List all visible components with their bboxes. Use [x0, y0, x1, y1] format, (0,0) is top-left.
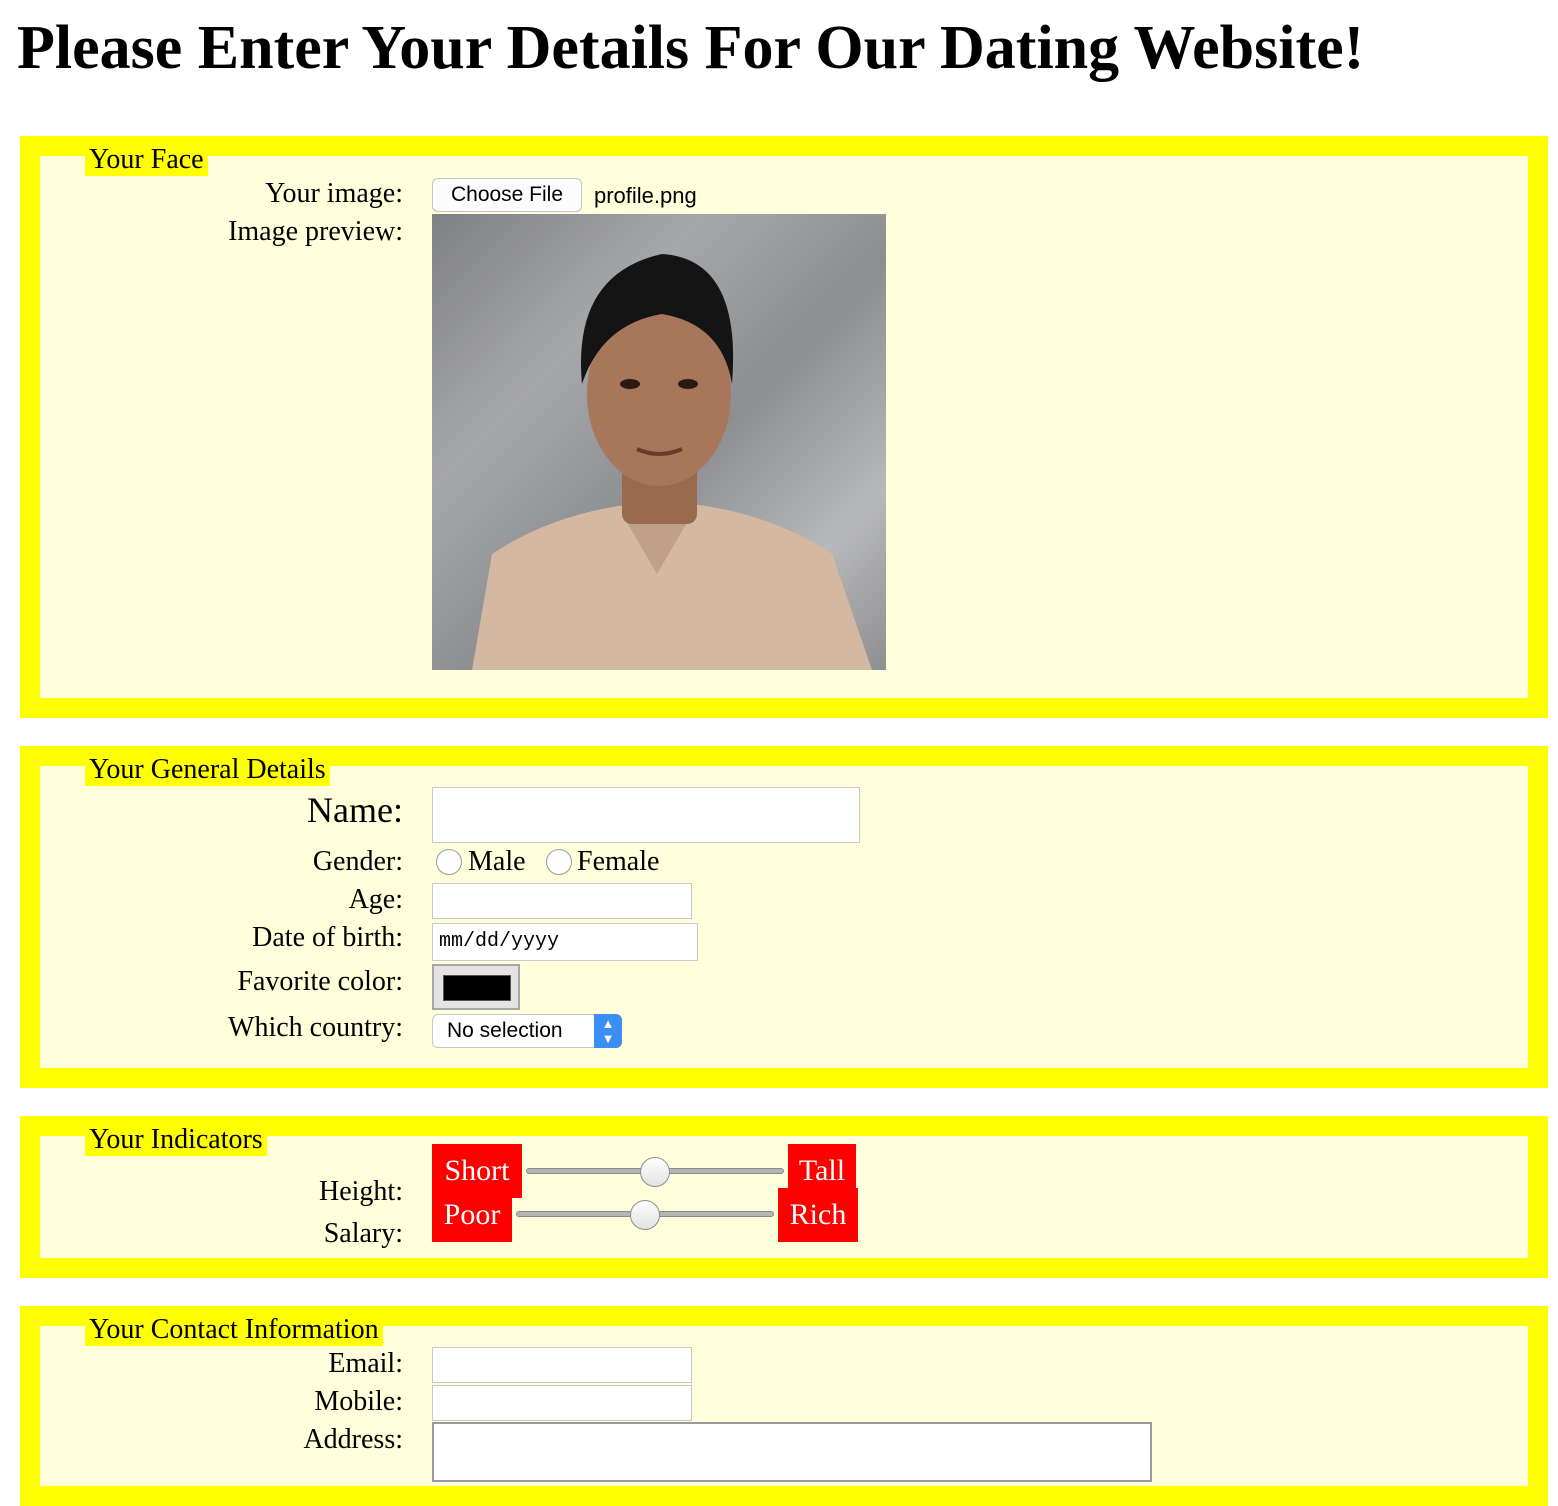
gender-male-label: Male: [468, 846, 526, 877]
name-label: Name:: [307, 790, 403, 830]
face-legend: Your Face: [85, 144, 208, 176]
chevron-updown-icon: ▲ ▼: [594, 1014, 622, 1048]
salary-label: Salary:: [323, 1218, 403, 1249]
profile-photo: [472, 254, 872, 670]
mobile-input[interactable]: [432, 1385, 692, 1421]
email-label: Email:: [328, 1348, 403, 1379]
face-fieldset: Your Face Your image: Choose File profil…: [20, 136, 1548, 718]
contact-fieldset: Your Contact Information Email: Mobile: …: [20, 1306, 1548, 1506]
color-swatch: [443, 975, 511, 1001]
favorite-color-label: Favorite color:: [237, 966, 403, 997]
height-label: Height:: [319, 1176, 403, 1207]
name-input[interactable]: [432, 787, 860, 843]
gender-label: Gender:: [312, 846, 403, 877]
image-preview-label: Image preview:: [228, 216, 403, 247]
choose-file-button[interactable]: Choose File: [432, 178, 582, 212]
country-select[interactable]: No selection ▲ ▼: [432, 1014, 622, 1048]
favorite-color-picker[interactable]: [432, 964, 520, 1010]
age-input[interactable]: [432, 883, 692, 919]
country-label: Which country:: [228, 1012, 403, 1043]
country-select-value: No selection: [447, 1019, 563, 1042]
contact-legend: Your Contact Information: [85, 1314, 383, 1346]
age-label: Age:: [348, 884, 403, 915]
dob-label: Date of birth:: [252, 922, 403, 953]
height-slider-thumb[interactable]: [640, 1157, 670, 1187]
profile-image-preview: [432, 214, 886, 670]
general-legend: Your General Details: [85, 754, 330, 786]
address-label: Address:: [303, 1424, 403, 1455]
salary-slider-thumb[interactable]: [630, 1200, 660, 1230]
salary-poor-label: Poor: [432, 1188, 512, 1242]
gender-female-label: Female: [577, 846, 660, 877]
general-fieldset: Your General Details Name: Gender: Male …: [20, 746, 1548, 1088]
address-textarea[interactable]: [432, 1422, 1152, 1482]
indicators-fieldset: Your Indicators Height: Short Tall Salar…: [20, 1116, 1548, 1278]
gender-male-radio[interactable]: [436, 849, 462, 875]
salary-rich-label: Rich: [778, 1188, 858, 1242]
indicators-legend: Your Indicators: [85, 1124, 267, 1156]
dob-input[interactable]: mm/dd/yyyy: [432, 923, 698, 961]
file-name: profile.png: [594, 183, 697, 208]
your-image-label: Your image:: [265, 178, 403, 209]
mobile-label: Mobile:: [314, 1386, 403, 1417]
gender-female-radio[interactable]: [546, 849, 572, 875]
page-title: Please Enter Your Details For Our Dating…: [17, 14, 1365, 82]
email-input[interactable]: [432, 1347, 692, 1383]
